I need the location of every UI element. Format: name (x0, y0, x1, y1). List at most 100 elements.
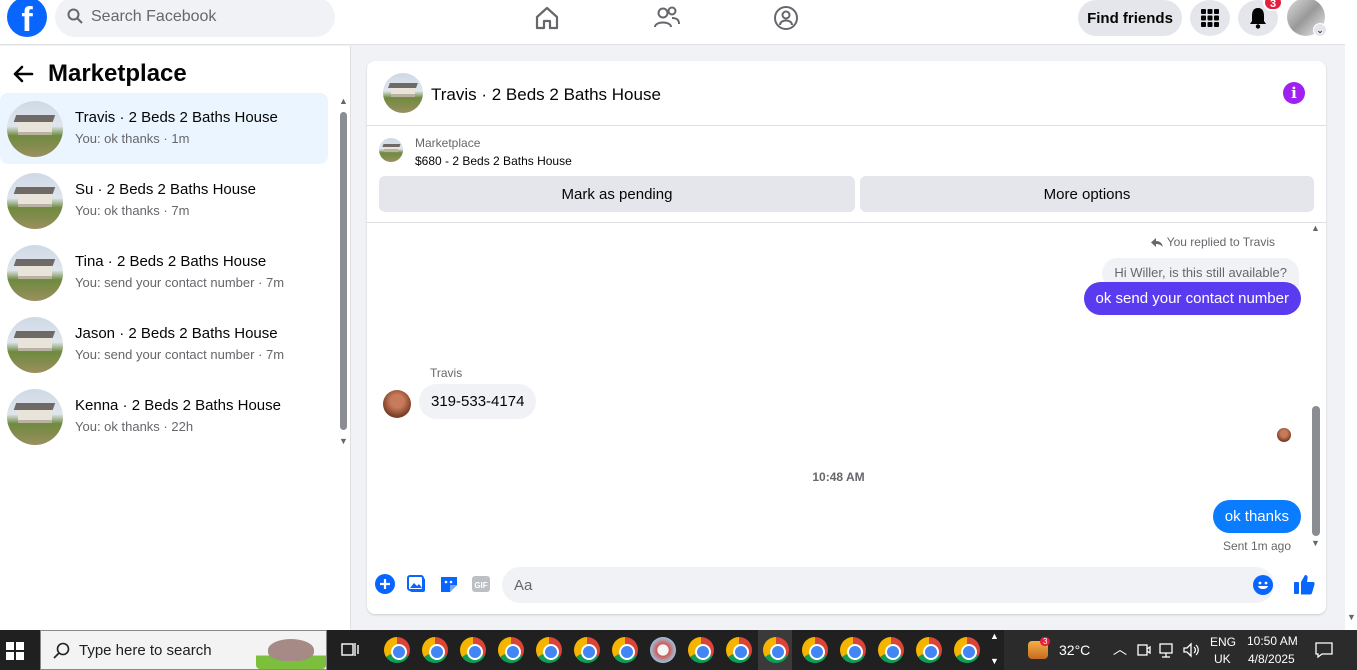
facebook-logo-icon[interactable]: f (7, 0, 47, 37)
conversation-name: Travis · 2 Beds 2 Baths House (75, 109, 278, 126)
meet-now-icon[interactable] (1137, 642, 1151, 658)
friends-icon[interactable] (653, 4, 681, 32)
chrome-app-icon[interactable] (726, 637, 752, 663)
message-input[interactable] (502, 567, 1274, 603)
messages-scrollbar[interactable]: ▲ ▼ (1310, 223, 1322, 551)
task-view-icon[interactable] (341, 641, 359, 659)
message-list: You replied to Travis Hi Willer, is this… (367, 224, 1326, 554)
scrollbar-thumb[interactable] (1312, 406, 1320, 536)
listing-avatar[interactable] (383, 73, 423, 113)
conversation-item[interactable]: Kenna · 2 Beds 2 Baths House You: ok tha… (0, 381, 328, 452)
reply-indicator: You replied to Travis (1150, 235, 1275, 249)
volume-icon[interactable] (1182, 642, 1200, 658)
chrome-app-icon[interactable] (574, 637, 600, 663)
chrome-app-icon[interactable] (802, 637, 828, 663)
scrollbar-thumb[interactable] (340, 112, 347, 430)
marketplace-inbox-panel: Marketplace Travis · 2 Beds 2 Baths Hous… (0, 46, 351, 630)
windows-start-icon[interactable] (6, 642, 24, 660)
plus-circle-icon[interactable] (375, 574, 395, 594)
language-code[interactable]: ENG (1210, 635, 1236, 649)
conversation-item[interactable]: Jason · 2 Beds 2 Baths House You: send y… (0, 309, 328, 380)
search-placeholder: Search Facebook (91, 8, 217, 25)
conversation-item[interactable]: Su · 2 Beds 2 Baths House You: ok thanks… (0, 165, 328, 236)
thumbs-up-icon[interactable] (1293, 573, 1315, 595)
seen-indicator-avatar (1277, 428, 1291, 442)
incoming-message[interactable]: 319-533-4174 (419, 384, 537, 419)
more-options-button[interactable]: More options (860, 176, 1314, 212)
find-friends-button[interactable]: Find friends (1078, 0, 1182, 36)
chrome-app-icon[interactable] (422, 637, 448, 663)
conversation-name: Kenna · 2 Beds 2 Baths House (75, 397, 281, 414)
listing-thumbnail (7, 317, 63, 373)
back-arrow-icon[interactable] (12, 64, 34, 84)
emoji-icon[interactable] (1253, 575, 1273, 595)
inbox-scrollbar[interactable]: ▲ ▼ (338, 96, 348, 448)
conversation-item[interactable]: Tina · 2 Beds 2 Baths House You: send yo… (0, 237, 328, 308)
outgoing-message[interactable]: ok send your contact number (1083, 282, 1301, 315)
chrome-app-icon[interactable] (688, 637, 714, 663)
chrome-app-icon[interactable] (384, 637, 410, 663)
network-icon[interactable] (1158, 642, 1176, 658)
chrome-app-icon[interactable] (878, 637, 904, 663)
conversation-panel: Travis · 2 Beds 2 Baths House i Marketpl… (367, 61, 1326, 614)
apps-grid-icon (1201, 9, 1219, 27)
photo-icon[interactable] (407, 574, 427, 594)
search-highlight-image (256, 635, 326, 669)
search-icon (67, 8, 83, 24)
listing-thumbnail (7, 101, 63, 157)
keyboard-layout[interactable]: UK (1214, 652, 1231, 666)
chevron-down-icon[interactable]: ⌄ (1313, 23, 1327, 37)
timestamp-separator: 10:48 AM (812, 470, 865, 484)
chrome-app-icon[interactable] (840, 637, 866, 663)
home-icon[interactable] (533, 4, 561, 32)
chrome-app-icon[interactable] (612, 637, 638, 663)
reply-label: You replied to Travis (1166, 235, 1275, 249)
chrome-app-icon[interactable] (916, 637, 942, 663)
conversation-snippet: You: ok thanks · 22h (75, 419, 194, 434)
outgoing-message[interactable]: ok thanks (1212, 500, 1301, 533)
mark-as-pending-button[interactable]: Mark as pending (379, 176, 855, 212)
listing-thumbnail (7, 245, 63, 301)
scroll-down-arrow-icon[interactable]: ▼ (1311, 538, 1320, 548)
listing-thumbnail (7, 389, 63, 445)
search-box[interactable]: Search Facebook (55, 0, 335, 37)
notification-center-icon[interactable] (1314, 641, 1334, 659)
paint-app-icon[interactable] (650, 637, 676, 663)
bell-icon (1250, 8, 1266, 29)
chrome-app-icon[interactable] (763, 637, 789, 663)
temperature[interactable]: 32°C (1059, 642, 1090, 658)
conversation-item[interactable]: Travis · 2 Beds 2 Baths House You: ok th… (0, 93, 328, 164)
notification-badge: 3 (1263, 0, 1283, 11)
taskbar-search-placeholder: Type here to search (79, 642, 212, 659)
groups-icon[interactable] (772, 4, 800, 32)
chrome-app-icon[interactable] (954, 637, 980, 663)
scroll-down-arrow-icon[interactable]: ▼ (339, 436, 348, 446)
page-title: Marketplace (48, 60, 187, 87)
conversation-name: Su · 2 Beds 2 Baths House (75, 181, 256, 198)
chevron-up-icon[interactable]: ︿ (1113, 639, 1127, 659)
taskbar-search-box[interactable]: Type here to search (40, 630, 327, 670)
taskbar-overflow-up-icon[interactable]: ▲ (990, 631, 999, 641)
chrome-app-icon[interactable] (498, 637, 524, 663)
page-scrollbar[interactable]: ▼ (1345, 0, 1357, 630)
gif-icon[interactable]: GIF (471, 574, 491, 594)
info-icon[interactable]: i (1283, 82, 1305, 104)
chrome-app-icon[interactable] (536, 637, 562, 663)
scroll-up-arrow-icon[interactable]: ▲ (339, 96, 348, 106)
clock-date[interactable]: 4/8/2025 (1248, 652, 1295, 666)
svg-text:GIF: GIF (474, 581, 487, 590)
chrome-app-icon[interactable] (460, 637, 486, 663)
listing-thumbnail[interactable] (379, 138, 403, 162)
clock-time[interactable]: 10:50 AM (1247, 634, 1298, 648)
listing-price[interactable]: $680 - 2 Beds 2 Baths House (415, 154, 572, 168)
listing-card: Marketplace $680 - 2 Beds 2 Baths House … (367, 126, 1326, 223)
menu-button[interactable] (1190, 0, 1230, 36)
sender-avatar[interactable] (383, 390, 411, 418)
sticker-icon[interactable] (439, 574, 459, 594)
search-icon (53, 642, 70, 659)
scroll-down-arrow-icon[interactable]: ▼ (1347, 612, 1356, 622)
scroll-up-arrow-icon[interactable]: ▲ (1311, 223, 1320, 233)
conversation-header: Travis · 2 Beds 2 Baths House i (367, 61, 1326, 126)
taskbar-overflow-down-icon[interactable]: ▼ (990, 656, 999, 666)
conversation-title[interactable]: Travis · 2 Beds 2 Baths House (431, 85, 661, 105)
